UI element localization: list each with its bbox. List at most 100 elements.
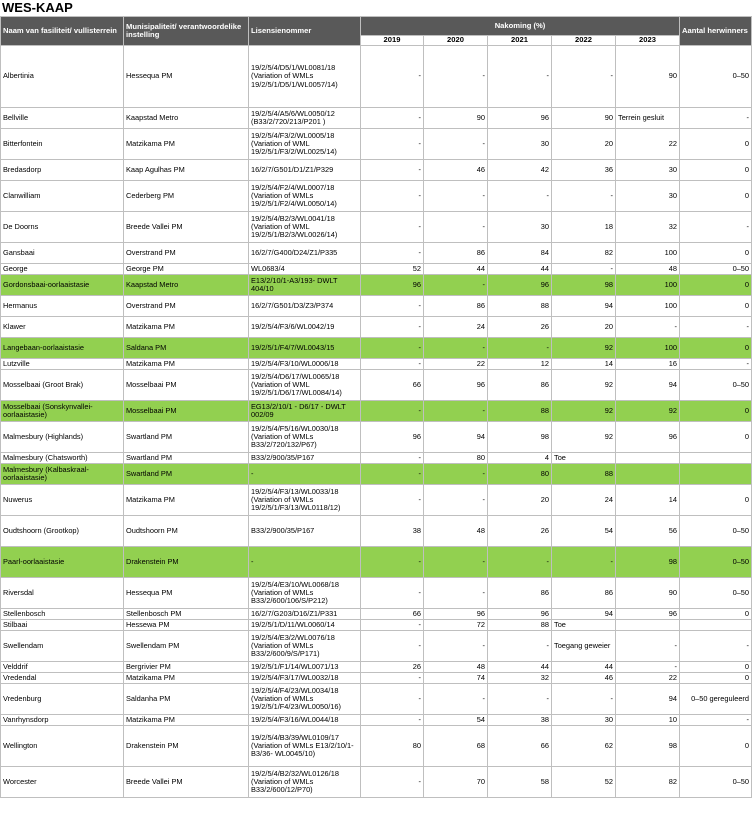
cell-recyclers: 0 [679,242,752,264]
cell-2019: - [360,619,424,631]
cell-recyclers: 0–50 gereguleerd [679,683,752,715]
cell-municipality: Swartland PM [123,463,249,485]
cell-2020: 24 [423,316,488,338]
cell-2021: 84 [487,242,552,264]
cell-municipality: Bergrivier PM [123,661,249,673]
cell-2021: 4 [487,452,552,464]
cell-license: 19/2/5/4/F5/16/WL0030/18 (Variation of W… [248,421,361,453]
cell-2022: 92 [551,421,616,453]
cell-2019: 66 [360,608,424,620]
cell-recyclers: - [679,316,752,338]
cell-2022: 24 [551,484,616,516]
cell-2019: - [360,546,424,578]
cell-2019: - [360,337,424,359]
cell-2022: 44 [551,661,616,673]
cell-2020: 46 [423,159,488,181]
cell-2019: 96 [360,421,424,453]
cell-2023 [614,463,681,485]
cell-recyclers: 0 [679,725,752,767]
cell-2021: - [487,337,552,359]
cell-recyclers: 0 [679,274,752,296]
table-row: Malmesbury (Chatsworth) Swartland PM B33/2… [0,452,752,464]
cell-2022: Toegang geweier [551,630,616,662]
cell-2019: - [360,630,424,662]
table-row: Vredendal Matzikama PM 19/2/5/4/F3/17/WL00… [0,672,752,684]
table-row: Lutzville Matzikama PM 19/2/5/4/F3/10/WL00… [0,358,752,370]
cell-license: - [248,463,361,485]
cell-2023: 96 [614,608,681,620]
cell-2023: 56 [614,515,681,547]
cell-license: B33/2/900/35/P167 [248,515,361,547]
cell-license: 19/2/5/4/E3/2/WL0076/18 (Variation of WM… [248,630,361,662]
cell-2020: 70 [423,766,488,798]
cell-name: Gansbaai [0,242,124,264]
cell-name: Langebaan-oorlaaistasie [0,337,124,359]
cell-municipality: Breede Vallei PM [123,211,249,243]
cell-2021: 30 [487,211,552,243]
header-year-2020: 2020 [423,35,488,46]
cell-recyclers: 0–50 [679,45,752,108]
cell-2021: 96 [487,107,552,129]
cell-recyclers: 0–50 [679,263,752,275]
cell-recyclers: - [679,358,752,370]
cell-municipality: Kaapstad Metro [123,107,249,129]
cell-name: Malmesbury (Chatsworth) [0,452,124,464]
cell-2023: - [614,630,681,662]
cell-2020: 72 [423,619,488,631]
cell-2019: - [360,180,424,212]
header-name: Naam van fasiliteit/ vullisterrein [0,16,124,46]
cell-2022: - [551,546,616,578]
cell-recyclers [679,452,752,464]
cell-2022: - [551,180,616,212]
cell-2022: 88 [551,463,616,485]
header-year-2022: 2022 [551,35,616,46]
cell-2020: 86 [423,295,488,317]
cell-2019: - [360,128,424,160]
cell-2022: 92 [551,337,616,359]
cell-2022: 20 [551,316,616,338]
cell-name: Mosselbaai (Groot Brak) [0,369,124,401]
cell-municipality: Kaap Agulhas PM [123,159,249,181]
cell-2023: 98 [614,546,681,578]
cell-2023: 94 [614,683,681,715]
cell-name: Mosselbaai (Sonskynvallei-oorlaaistasie) [0,400,124,422]
cell-2021: 58 [487,766,552,798]
cell-name: Nuwerus [0,484,124,516]
cell-2020: - [423,683,488,715]
cell-2021: 38 [487,714,552,726]
cell-name: Oudtshoorn (Grootkop) [0,515,124,547]
table-row: George George PM WL0683/4 52 44 44-48 0–50 [0,263,752,275]
cell-license: 19/2/5/4/F3/2/WL0005/18 (Variation of WM… [248,128,361,160]
cell-2019: 80 [360,725,424,767]
cell-2020: 74 [423,672,488,684]
cell-license: 19/2/5/1/F1/14/WL0071/13 [248,661,361,673]
cell-2019: 96 [360,274,424,296]
cell-recyclers: - [679,211,752,243]
cell-recyclers: 0 [679,608,752,620]
cell-2021: 98 [487,421,552,453]
cell-2023: Terrein gesluit [614,107,681,129]
cell-recyclers: 0–50 [679,766,752,798]
cell-2019: - [360,452,424,464]
cell-license: 19/2/5/4/F3/10/WL0006/18 [248,358,361,370]
cell-2023: 82 [614,766,681,798]
cell-municipality: Hessewa PM [123,619,249,631]
cell-2021: 32 [487,672,552,684]
cell-name: Stellenbosch [0,608,124,620]
table-row: Vredenburg Saldanha PM 19/2/5/4/F4/23/WL00… [0,683,752,715]
table-row: Bellville Kaapstad Metro 19/2/5/4/A5/6/WL0… [0,107,752,129]
cell-2020: - [423,337,488,359]
header-license: Lisensienommer [248,16,361,46]
cell-2023: 100 [614,337,681,359]
cell-2021: 44 [487,263,552,275]
compliance-table: Naam van fasiliteit/ vullisterrein Munis… [0,16,752,798]
cell-2023: 92 [614,400,681,422]
cell-2019: - [360,672,424,684]
cell-license: B33/2/900/35/P167 [248,452,361,464]
table-row: Malmesbury (Highlands) Swartland PM 19/2/5… [0,421,752,453]
cell-name: Gordonsbaai-oorlaaistasie [0,274,124,296]
cell-name: Malmesbury (Kalbaskraal-oorlaaistasie) [0,463,124,485]
cell-2023: 100 [614,295,681,317]
cell-2021: 88 [487,619,552,631]
cell-municipality: Overstrand PM [123,295,249,317]
